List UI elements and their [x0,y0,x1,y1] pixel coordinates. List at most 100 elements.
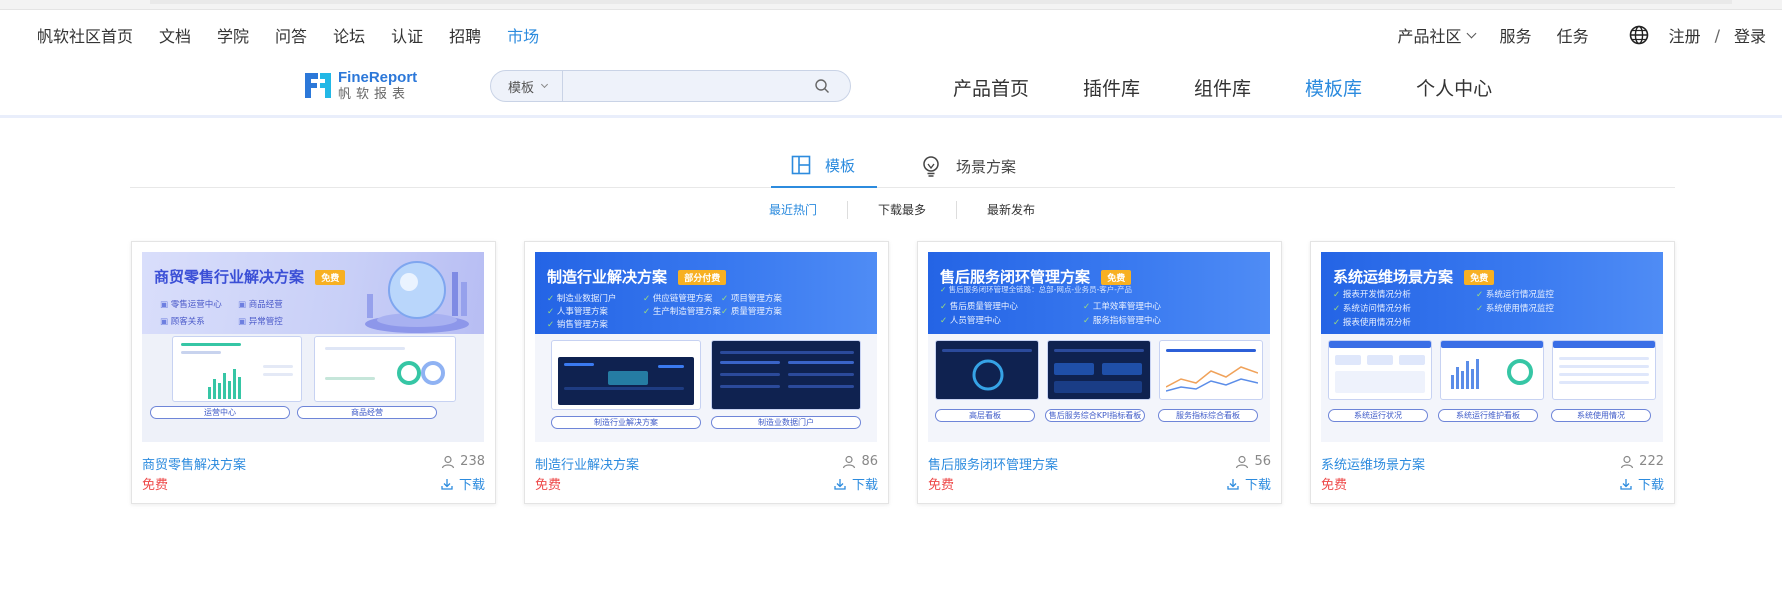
preview-caption: 服务指标综合看板 [1158,409,1258,422]
filter-newest[interactable]: 最新发布 [956,201,1065,219]
service-link[interactable]: 服务 [1500,23,1532,47]
banner-bullet: 人事管理方案 [547,305,608,317]
card-thumbnail[interactable]: 售后服务闭环管理方案 免费 售后服务闭环管理全链路：总部-网点-业务员-客户-产… [928,252,1270,442]
thumbnail-banner: 系统运维场景方案 免费 报表开发情况分析 系统运行情况监控 系统访问情况分析 系… [1321,252,1663,334]
finereport-logo[interactable]: FineReport 帆软报表 [302,69,417,101]
card-price: 免费 [142,478,169,493]
banner-bullet: 系统访问情况分析 [1333,302,1411,314]
user-icon [1621,455,1634,468]
banner-tag: 免费 [1101,270,1132,285]
download-button[interactable]: 下载 [834,474,878,493]
thumbnail-banner: 售后服务闭环管理方案 免费 售后服务闭环管理全链路：总部-网点-业务员-客户-产… [928,252,1270,334]
preview-caption: 制造业数据门户 [711,416,861,429]
banner-tag: 免费 [315,270,346,285]
search-icon[interactable] [814,78,830,94]
download-icon [441,478,453,490]
tab-scenario[interactable]: 场景方案 [920,144,1016,188]
preview-panel [1159,340,1263,400]
filter-most-downloaded[interactable]: 下载最多 [847,201,956,219]
preview-panel [314,336,456,402]
download-icon [1620,478,1632,490]
card-thumbnail[interactable]: 系统运维场景方案 免费 报表开发情况分析 系统运行情况监控 系统访问情况分析 系… [1321,252,1663,442]
card-user-count: 86 [842,454,878,469]
nav-docs[interactable]: 文档 [159,23,191,47]
nav-plugin-library[interactable]: 插件库 [1083,74,1140,101]
thumbnail-previews: 高层看板 售后服务综合KPI指标看板 服务指标综合看板 [928,334,1270,442]
template-card[interactable]: 系统运维场景方案 免费 报表开发情况分析 系统运行情况监控 系统访问情况分析 系… [1310,241,1675,504]
logo-text-en: FineReport [338,68,418,86]
banner-tag: 部分付费 [678,270,727,285]
nav-component-library[interactable]: 组件库 [1194,74,1251,101]
card-user-count: 238 [441,454,485,469]
template-card[interactable]: 制造行业解决方案 部分付费 制造业数据门户 供应链管理方案 项目管理方案 人事管… [524,241,889,504]
nav-jobs[interactable]: 招聘 [449,23,481,47]
nav-product-home[interactable]: 产品首页 [953,74,1029,101]
nav-forum[interactable]: 论坛 [333,23,365,47]
preview-panel [551,340,701,410]
banner-subtitle: 售后服务闭环管理全链路：总部-网点-业务员-客户-产品 [940,284,1132,295]
download-button[interactable]: 下载 [441,474,485,493]
card-count-value: 238 [460,454,485,469]
card-user-count: 56 [1235,454,1271,469]
download-label: 下载 [1637,478,1664,493]
lightbulb-icon [923,156,939,177]
template-card[interactable]: 商贸零售行业解决方案 免费 零售运营中心 商品经营 顾客关系 异常管控 [131,241,496,504]
tab-template[interactable]: 模板 [771,144,877,188]
thumbnail-banner: 商贸零售行业解决方案 免费 零售运营中心 商品经营 顾客关系 异常管控 [142,252,484,334]
card-user-count: 222 [1620,454,1664,469]
card-thumbnail[interactable]: 制造行业解决方案 部分付费 制造业数据门户 供应链管理方案 项目管理方案 人事管… [535,252,877,442]
banner-bullet: 工单效率管理中心 [1083,300,1161,312]
preview-caption: 商品经营 [297,406,437,419]
banner-title: 制造行业解决方案 [547,268,668,286]
filter-recent-hot[interactable]: 最近热门 [754,201,847,219]
banner-bullet: 报表开发情况分析 [1333,288,1411,300]
top-strip-bar [150,0,1732,4]
nav-academy[interactable]: 学院 [217,23,249,47]
login-link[interactable]: 登录 [1734,23,1766,47]
nav-qa[interactable]: 问答 [275,23,307,47]
card-title[interactable]: 售后服务闭环管理方案 [928,454,1058,473]
register-link[interactable]: 注册 [1669,23,1701,47]
template-card[interactable]: 售后服务闭环管理方案 免费 售后服务闭环管理全链路：总部-网点-业务员-客户-产… [917,241,1282,504]
banner-bullet: 异常管控 [238,315,283,327]
preview-panel [1047,340,1151,400]
nav-community-home[interactable]: 帆软社区首页 [37,23,133,47]
nav-market[interactable]: 市场 [507,23,539,47]
search-input[interactable] [563,71,814,101]
thumbnail-previews: 制造行业解决方案 制造业数据门户 [535,334,877,442]
banner-title: 商贸零售行业解决方案 [154,268,305,286]
card-thumbnail[interactable]: 商贸零售行业解决方案 免费 零售运营中心 商品经营 顾客关系 异常管控 [142,252,484,442]
download-label: 下载 [458,478,485,493]
nav-personal-center[interactable]: 个人中心 [1416,74,1492,101]
preview-panel [935,340,1039,400]
banner-bullet: 供应链管理方案 [643,292,713,304]
crystal-ball-illustration [365,261,469,333]
search-type-label: 模板 [508,80,535,96]
download-label: 下载 [851,478,878,493]
product-nav: 产品首页 插件库 组件库 模板库 个人中心 [953,74,1546,101]
preview-caption: 运营中心 [150,406,290,419]
search-type-select[interactable]: 模板 [491,71,563,101]
nav-certification[interactable]: 认证 [391,23,423,47]
nav-template-library[interactable]: 模板库 [1305,74,1362,101]
preview-panel [1552,340,1656,400]
browser-top-strip [0,0,1782,10]
content-tabs: 模板 场景方案 [130,144,1675,188]
banner-title: 系统运维场景方案 [1333,268,1454,286]
product-community-dropdown[interactable]: 产品社区 [1398,23,1476,47]
tasks-link[interactable]: 任务 [1557,23,1589,47]
preview-panel [1328,340,1432,400]
download-icon [1227,478,1239,490]
card-price: 免费 [928,478,955,493]
download-button[interactable]: 下载 [1227,474,1271,493]
globe-icon[interactable] [1629,25,1649,45]
tab-scenario-label: 场景方案 [956,157,1017,176]
download-button[interactable]: 下载 [1620,474,1664,493]
card-title[interactable]: 系统运维场景方案 [1321,454,1425,473]
preview-caption: 制造行业解决方案 [551,416,701,429]
banner-bullet: 质量管理方案 [721,305,782,317]
finereport-logo-icon [305,73,331,98]
product-header: FineReport 帆软报表 模板 产品首页 插件库 组件库 模板库 个人中心 [0,58,1782,118]
card-title[interactable]: 商贸零售解决方案 [142,454,246,473]
card-title[interactable]: 制造行业解决方案 [535,454,639,473]
